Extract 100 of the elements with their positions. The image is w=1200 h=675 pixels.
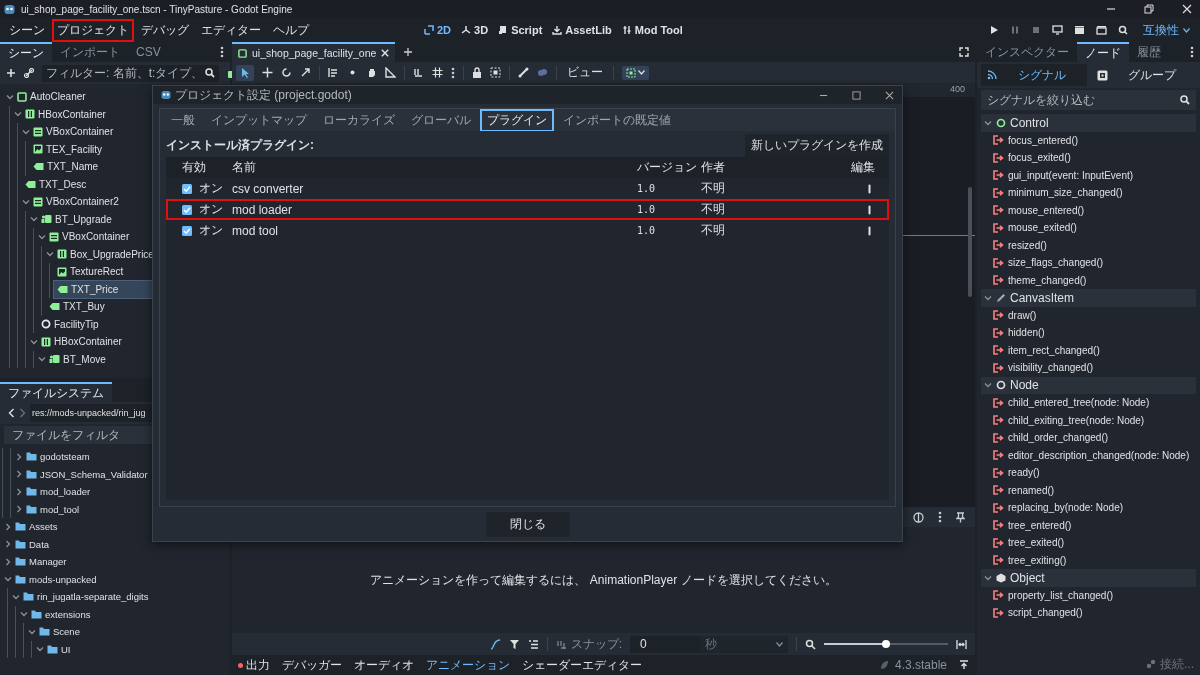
- signal-item[interactable]: tree_exiting(): [981, 551, 1196, 569]
- onion-skin-icon[interactable]: [913, 511, 924, 523]
- version-label[interactable]: 4.3.stable: [894, 658, 947, 672]
- folder-item[interactable]: mod_loader: [15, 483, 230, 501]
- dock-tab[interactable]: 履歴: [1129, 42, 1169, 62]
- close-icon[interactable]: [885, 90, 894, 100]
- chevron-down-icon[interactable]: [20, 610, 28, 619]
- view-menu[interactable]: ビュー: [565, 64, 605, 81]
- checkbox[interactable]: [182, 204, 192, 215]
- pointer-icon[interactable]: [236, 64, 254, 81]
- chevron-down-icon[interactable]: [6, 92, 14, 101]
- anchor-dropdown[interactable]: [622, 65, 649, 80]
- chevron-right-icon[interactable]: [15, 487, 23, 496]
- grid-icon[interactable]: [432, 67, 443, 78]
- signal-item[interactable]: hidden(): [981, 324, 1196, 342]
- workspace-tab[interactable]: Mod Tool: [621, 24, 683, 36]
- slider-handle[interactable]: [882, 640, 890, 648]
- signal-group[interactable]: Control: [981, 114, 1196, 132]
- maximize-icon[interactable]: [852, 90, 861, 100]
- search-icon[interactable]: [1180, 95, 1190, 105]
- edit-icon[interactable]: [867, 204, 871, 215]
- chevron-down-icon[interactable]: [36, 645, 44, 654]
- dock-tab[interactable]: ノード: [1077, 42, 1129, 62]
- signal-item[interactable]: mouse_exited(): [981, 219, 1196, 237]
- workspace-tab[interactable]: 2D: [424, 24, 452, 36]
- signal-item[interactable]: tree_exited(): [981, 534, 1196, 552]
- lock-icon[interactable]: [472, 67, 482, 78]
- link-icon[interactable]: [24, 68, 34, 78]
- panel-tab[interactable]: オーディオ: [354, 656, 414, 674]
- chevron-right-icon[interactable]: [4, 522, 12, 531]
- workspace-tab[interactable]: Script: [498, 24, 543, 36]
- chevron-right-icon[interactable]: [4, 540, 12, 549]
- plugin-row[interactable]: オン mod tool 1.0 不明: [166, 220, 889, 241]
- signal-item[interactable]: editor_description_changed(node: Node): [981, 446, 1196, 464]
- chevron-down-icon[interactable]: [30, 337, 38, 346]
- plus-icon[interactable]: [403, 47, 414, 57]
- plus-icon[interactable]: [6, 68, 16, 78]
- signal-item[interactable]: focus_entered(): [981, 131, 1196, 149]
- menu-item[interactable]: シーン: [4, 18, 50, 42]
- chevron-down-icon[interactable]: [984, 118, 992, 127]
- folder-item[interactable]: UI: [36, 640, 230, 658]
- tree-item[interactable]: TXT_Buy: [46, 298, 230, 316]
- tree-item[interactable]: TextureRect: [54, 263, 230, 281]
- signal-group[interactable]: Node: [981, 376, 1196, 394]
- renderer-dropdown[interactable]: 互換性: [1143, 21, 1190, 39]
- filter-icon[interactable]: [508, 638, 520, 650]
- chevron-down-icon[interactable]: [38, 355, 46, 364]
- signal-item[interactable]: minimum_size_changed(): [981, 184, 1196, 202]
- dock-tab[interactable]: ファイルシステム: [0, 382, 112, 402]
- more-icon[interactable]: [451, 66, 455, 79]
- chevron-down-icon[interactable]: [984, 293, 992, 302]
- tree-item[interactable]: Box_UpgradePrice: [46, 245, 230, 263]
- checkbox[interactable]: [182, 183, 192, 194]
- chevron-right-icon[interactable]: [15, 452, 23, 461]
- chevron-down-icon[interactable]: [4, 575, 12, 584]
- signal-item[interactable]: focus_exited(): [981, 149, 1196, 167]
- pause-icon[interactable]: [1010, 25, 1020, 35]
- workspace-tab[interactable]: AssetLib: [552, 24, 612, 36]
- folder-item[interactable]: Manager: [4, 553, 230, 571]
- signal-item[interactable]: renamed(): [981, 481, 1196, 499]
- dock-tab[interactable]: インスペクター: [977, 42, 1077, 62]
- folder-item[interactable]: extensions: [20, 605, 230, 623]
- signal-item[interactable]: gui_input(event: InputEvent): [981, 166, 1196, 184]
- signal-group[interactable]: Object: [981, 569, 1196, 587]
- bone-icon[interactable]: [518, 67, 529, 78]
- signal-item[interactable]: tree_entered(): [981, 516, 1196, 534]
- settings-tab[interactable]: グローバル: [404, 108, 478, 132]
- snap-icon[interactable]: [413, 67, 424, 78]
- list-icon[interactable]: [328, 67, 339, 78]
- folder-item[interactable]: Scene: [28, 623, 230, 641]
- plugin-row[interactable]: オン csv converter 1.0 不明: [166, 178, 889, 199]
- scene-tab[interactable]: ui_shop_page_facility_one: [232, 42, 396, 62]
- folder-item[interactable]: JSON_Schema_Validator: [15, 465, 230, 483]
- chevron-down-icon[interactable]: [984, 381, 992, 390]
- scrollbar[interactable]: [968, 187, 972, 297]
- signal-item[interactable]: visibility_changed(): [981, 359, 1196, 377]
- signal-item[interactable]: theme_changed(): [981, 271, 1196, 289]
- more-icon[interactable]: [1190, 46, 1194, 58]
- close-button[interactable]: 閉じる: [485, 511, 570, 537]
- more-icon[interactable]: [938, 511, 942, 523]
- scale-icon[interactable]: [300, 67, 311, 78]
- create-plugin-button[interactable]: 新しいプラグインを作成: [745, 133, 889, 157]
- panel-tab[interactable]: シェーダーエディター: [522, 656, 642, 674]
- chevron-down-icon[interactable]: [22, 127, 30, 136]
- search-icon[interactable]: [205, 68, 215, 78]
- checkbox[interactable]: [182, 225, 192, 236]
- cloud-icon[interactable]: [537, 67, 548, 78]
- tree-item[interactable]: BT_Move: [38, 350, 230, 368]
- filter-field[interactable]: フィルター: 名前、t:タイプ、: [42, 64, 219, 82]
- clapper-icon[interactable]: [1096, 25, 1107, 35]
- menu-item[interactable]: デバッグ: [136, 18, 194, 42]
- menu-item[interactable]: プロジェクト: [52, 18, 134, 42]
- tree-item[interactable]: FacilityTip: [38, 315, 230, 333]
- folder-item[interactable]: godotsteam: [15, 448, 230, 466]
- dock-tab[interactable]: CSV: [128, 42, 169, 62]
- bezier-icon[interactable]: [489, 638, 501, 650]
- restore-icon[interactable]: [1144, 4, 1154, 14]
- dock-tab[interactable]: インポート: [52, 42, 128, 62]
- filter-field[interactable]: シグナルを絞り込む: [981, 90, 1196, 110]
- signal-item[interactable]: size_flags_changed(): [981, 254, 1196, 272]
